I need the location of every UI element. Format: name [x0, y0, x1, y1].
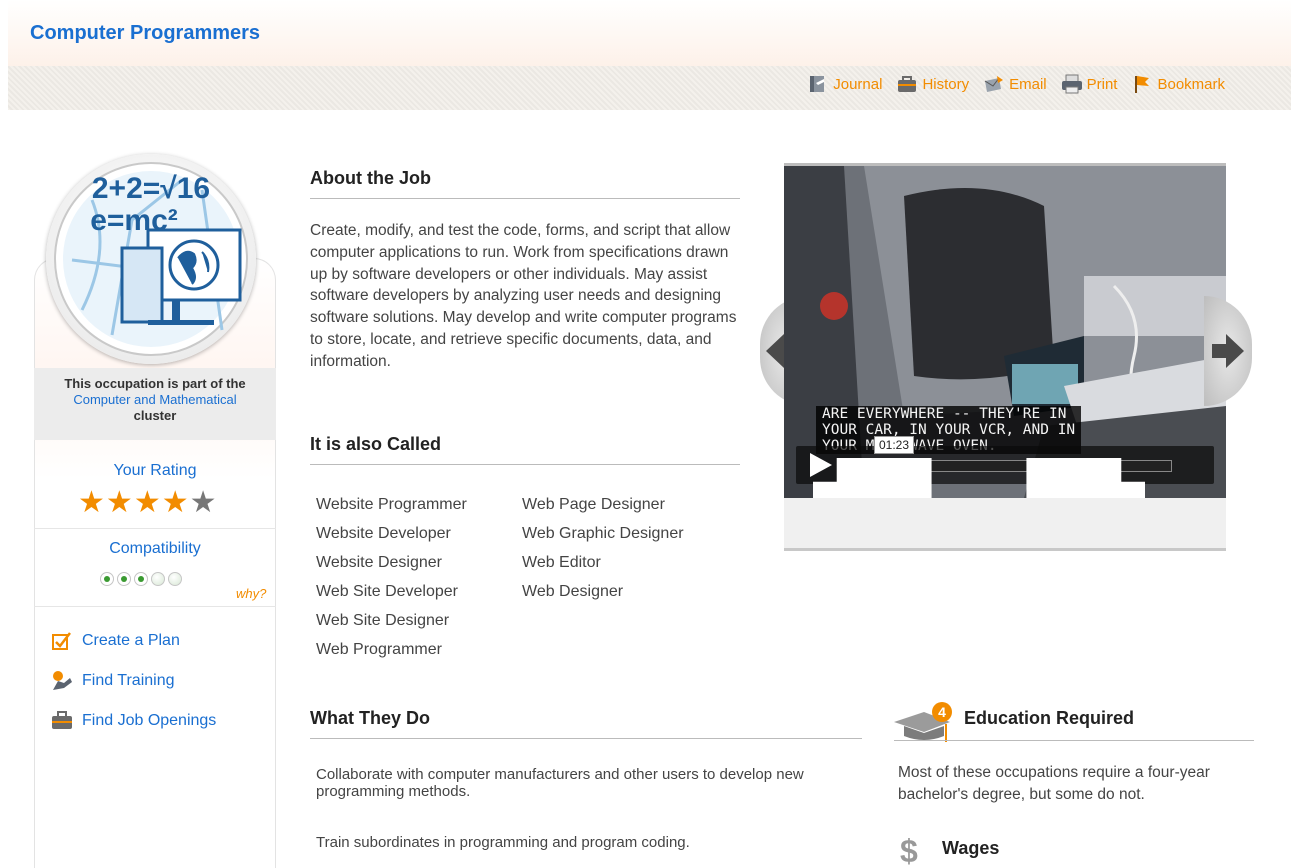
video-time: 01:23	[874, 436, 915, 454]
arrow-right-icon	[1212, 334, 1244, 368]
about-text: Create, modify, and test the code, forms…	[310, 222, 737, 370]
bookmark-label: Bookmark	[1157, 75, 1225, 93]
compatibility-label: Compatibility	[109, 540, 201, 557]
subtitle-line-2: YOUR CAR, IN YOUR VCR, AND IN	[822, 422, 1076, 438]
alt-title: Website Developer	[316, 525, 451, 542]
logo-equation-1: 2+2=√16	[92, 172, 210, 205]
star-icon-5[interactable]: ★	[190, 488, 217, 518]
print-icon	[1061, 74, 1082, 94]
checklist-icon	[52, 632, 71, 650]
what-they-do-heading: What They Do	[310, 708, 430, 728]
star-icon-3[interactable]: ★	[134, 488, 161, 518]
rating-label: Your Rating	[113, 462, 197, 479]
subtitle-line-1: ARE EVERYWHERE -- THEY'RE IN	[822, 406, 1067, 422]
email-label: Email	[1009, 75, 1047, 93]
about-heading: About the Job	[310, 168, 431, 188]
alt-title: Web Site Developer	[316, 583, 458, 600]
alt-title: Website Programmer	[316, 496, 467, 513]
compatibility-meter	[100, 572, 182, 586]
divider	[894, 740, 1254, 741]
compat-dot-1	[100, 572, 114, 586]
journal-label: Journal	[833, 75, 883, 93]
create-plan-link[interactable]: Create a Plan	[50, 630, 180, 652]
wages-heading: Wages	[942, 838, 1000, 858]
divider	[310, 198, 740, 199]
email-icon	[984, 76, 1004, 92]
find-job-openings-link[interactable]: Find Job Openings	[50, 710, 216, 732]
cluster-intro: This occupation is part of the	[64, 376, 246, 391]
create-plan-label: Create a Plan	[82, 632, 180, 649]
also-called-col-1: Website Programmer Website Developer Web…	[316, 490, 467, 664]
journal-link[interactable]: Journal	[807, 74, 882, 94]
bookmark-icon	[1135, 76, 1150, 93]
find-job-openings-label: Find Job Openings	[82, 712, 217, 729]
cluster-info: This occupation is part of the Computer …	[34, 368, 276, 440]
education-heading: Education Required	[964, 708, 1135, 728]
print-label: Print	[1086, 75, 1118, 93]
journal-icon	[810, 76, 825, 92]
video-controls: 01:23	[796, 436, 1214, 498]
cluster-suffix: cluster	[133, 408, 177, 423]
bookmark-link[interactable]: Bookmark	[1131, 74, 1225, 94]
divider	[310, 738, 862, 739]
briefcase-icon	[52, 711, 72, 729]
education-text: Most of these occupations require a four…	[898, 764, 1210, 803]
cluster-logo: 2+2=√16 e=mc²	[46, 154, 256, 364]
education-level-badge: 4	[938, 704, 946, 720]
find-training-link[interactable]: Find Training	[50, 670, 175, 692]
email-link[interactable]: Email	[983, 74, 1047, 94]
also-called-col-2: Web Page Designer Web Graphic Designer W…	[522, 490, 684, 606]
cluster-link[interactable]: Computer and Mathematical	[34, 392, 276, 408]
history-link[interactable]: History	[896, 74, 969, 94]
star-icon-2[interactable]: ★	[106, 488, 133, 518]
alt-title: Web Page Designer	[522, 496, 665, 513]
next-video-button[interactable]	[1204, 296, 1252, 406]
alt-title: Website Designer	[316, 554, 442, 571]
alt-title: Web Editor	[522, 554, 601, 571]
star-icon-1[interactable]: ★	[78, 488, 105, 518]
task-item: Collaborate with computer manufacturers …	[316, 766, 804, 800]
compat-dot-4	[151, 572, 165, 586]
task-item: Train subordinates in programming and pr…	[316, 834, 690, 851]
compat-dot-5	[168, 572, 182, 586]
alt-title: Web Programmer	[316, 641, 442, 658]
history-label: History	[922, 75, 970, 93]
print-link[interactable]: Print	[1061, 74, 1118, 94]
action-links: Journal History Email Print Bookmark	[807, 74, 1225, 94]
training-icon	[53, 671, 72, 690]
compat-dot-3	[134, 572, 148, 586]
dollar-icon: $	[900, 833, 918, 868]
fullscreen-icon[interactable]	[784, 458, 1200, 498]
star-icon-4[interactable]: ★	[162, 488, 189, 518]
alt-title: Web Site Designer	[316, 612, 450, 629]
history-icon	[898, 76, 917, 92]
divider	[34, 606, 276, 607]
alt-title: Web Graphic Designer	[522, 525, 684, 542]
cluster-logo-image: 2+2=√16 e=mc²	[54, 162, 248, 356]
divider	[34, 528, 276, 529]
why-link[interactable]: why?	[236, 586, 266, 601]
also-called-heading: It is also Called	[310, 434, 442, 454]
page-title: Computer Programmers	[30, 22, 261, 44]
find-training-label: Find Training	[82, 672, 175, 689]
divider	[310, 464, 740, 465]
compat-dot-2	[117, 572, 131, 586]
star-rating[interactable]: ★ ★ ★ ★ ★	[78, 488, 217, 518]
alt-title: Web Designer	[522, 583, 624, 600]
video-player[interactable]: ARE EVERYWHERE -- THEY'RE IN YOUR CAR, I…	[784, 166, 1226, 498]
